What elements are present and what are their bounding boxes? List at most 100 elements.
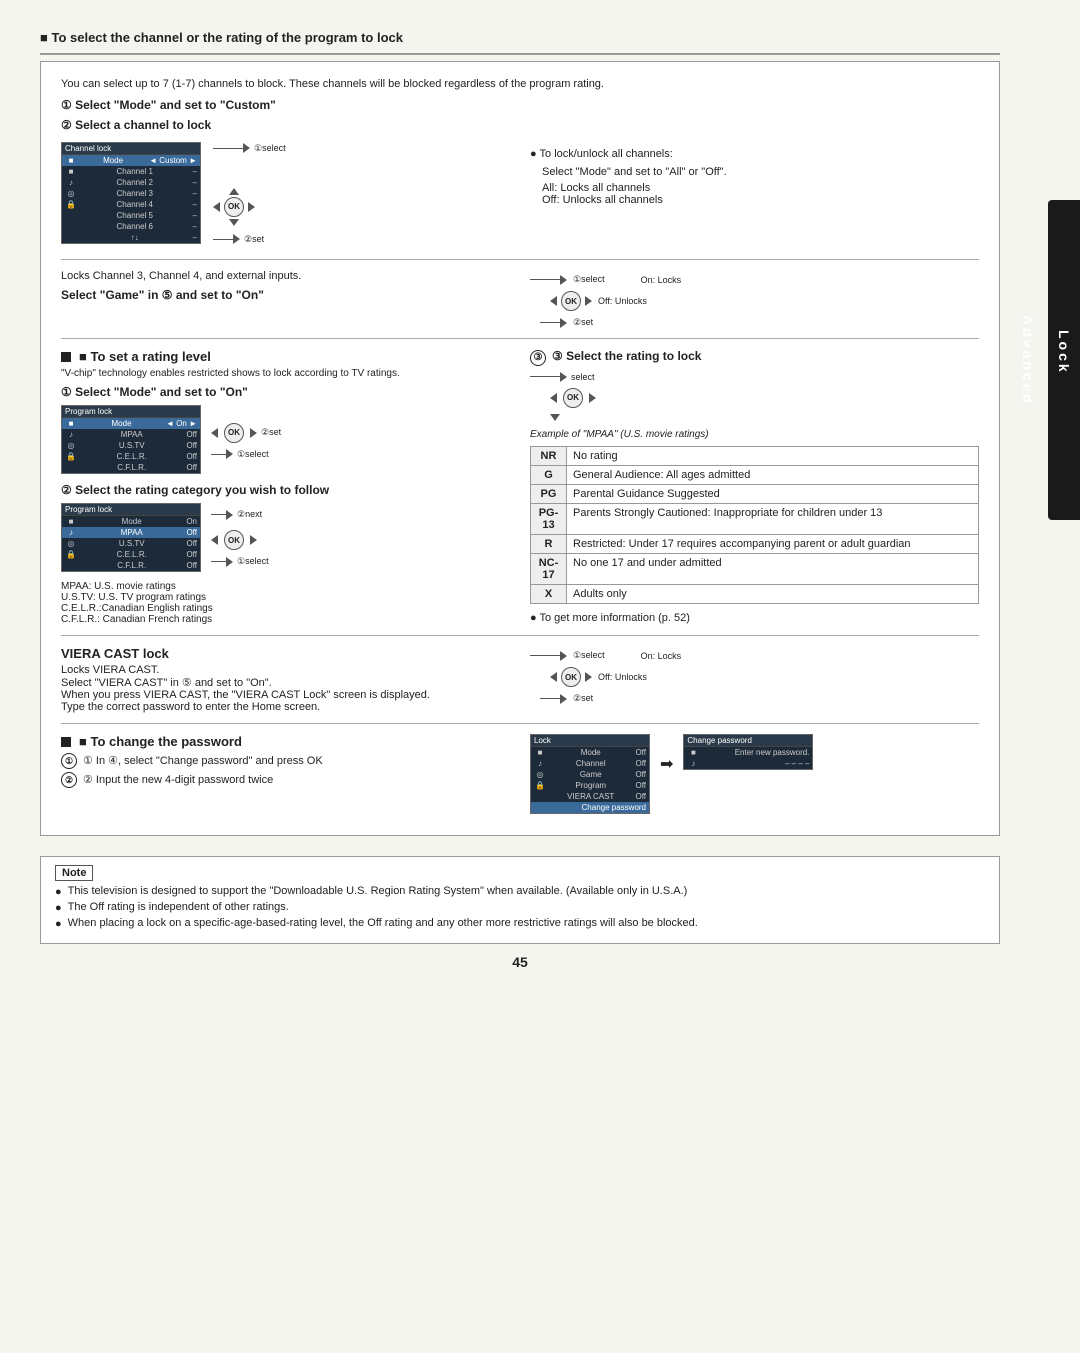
prog-ok-1[interactable]: OK [224, 423, 244, 443]
rating-code-G: G [531, 465, 567, 484]
more-info: ● To get more information (p. 52) [530, 612, 979, 624]
cl-row-2: ♪ Channel 2 – [62, 177, 200, 188]
right-col-item1: ● To lock/unlock all channels: [530, 148, 979, 160]
cl-row-5: Channel 5 – [62, 210, 200, 221]
cl-r3-val: – [193, 189, 197, 198]
note-text-1: The Off rating is independent of other r… [68, 901, 289, 913]
rating-code-NR: NR [531, 446, 567, 465]
prog-ok-row-1: OK ②set [211, 421, 281, 445]
change-pw-header: ■ To change the password [61, 734, 510, 749]
step2a-heading: ② Select a channel to lock [61, 118, 979, 132]
viera-sel-tri [560, 651, 567, 661]
pl2-mpaa-row: ♪ MPAA Off [62, 527, 200, 538]
page-container: ● Lock Advanced ■ To select the channel … [0, 0, 1080, 1353]
pl2-icon-3 [65, 561, 77, 570]
game-labels: Off: Unlocks [598, 296, 647, 306]
prog-lock-title-2: Program lock [65, 505, 112, 514]
on-locks: On: Locks [641, 275, 682, 285]
viera-set-tri [560, 694, 567, 704]
side-tab-lock: Lock [1056, 330, 1072, 375]
viera-vert-nav: OK [550, 665, 592, 689]
lm-icon-3: 🔒 [534, 781, 546, 790]
viera-sel-line [530, 655, 560, 656]
step3-down-row [550, 414, 979, 421]
prog-ok-2[interactable]: OK [224, 530, 244, 550]
pl-icon-mode: ■ [65, 419, 77, 428]
right-col-all: All: Locks all channels [542, 182, 979, 194]
vert-nav: OK [213, 188, 255, 226]
cl-r2-label: Channel 2 [117, 178, 153, 187]
pl-icon-0: ♪ [65, 430, 77, 439]
step3-nav-diagram: select [530, 372, 979, 382]
pl-celr-label: C.E.L.R. [117, 452, 147, 461]
prog-select-row-1: ①select [211, 449, 281, 460]
pl2-icon-2: 🔒 [65, 550, 77, 559]
prog-sel-line-1 [211, 454, 226, 455]
rating-level-header: ■ To set a rating level [61, 349, 510, 364]
game-left: Locks Channel 3, Channel 4, and external… [61, 270, 510, 328]
cpw-circle-1: ① [61, 753, 77, 769]
game-ok-button[interactable]: OK [561, 291, 581, 311]
prog-sel-tri-2 [226, 557, 233, 567]
section-divider-1 [61, 259, 979, 260]
tri-left [213, 202, 220, 212]
intro-text: You can select up to 7 (1-7) channels to… [61, 78, 979, 90]
change-pw-left: ■ To change the password ① ① In ④, selec… [61, 734, 510, 815]
prog-tri-right-2 [250, 535, 257, 545]
prog-select-label-1: ①select [237, 449, 269, 460]
cl-r2-val: – [193, 178, 197, 187]
step3-ok[interactable]: OK [563, 388, 583, 408]
cl-icon-3: ◎ [65, 189, 77, 198]
lm-mode-row: ■ Mode Off [531, 747, 649, 758]
viera-right: ①select On: Locks OK Off: Unlocks [530, 646, 979, 713]
pl-cflr-val: Off [186, 463, 197, 472]
rating-desc-NC17: No one 17 and under admitted [567, 553, 979, 584]
pl-mpaa-label: MPAA [121, 430, 143, 439]
pl-celr-row: 🔒 C.E.L.R. Off [62, 451, 200, 462]
rating-desc-R: Restricted: Under 17 requires accompanyi… [567, 534, 979, 553]
select-label-1: ①select [254, 143, 286, 154]
cpw-step1-text: ① In ④, select "Change password" and pre… [83, 754, 323, 767]
viera-tri-left [550, 672, 557, 682]
lm-game-val: Off [635, 770, 646, 779]
note-bullet-2: ● [55, 918, 62, 930]
tri-down [229, 219, 239, 226]
game-set-line [540, 322, 560, 323]
abbrev-list: MPAA: U.S. movie ratings U.S.TV: U.S. TV… [61, 581, 510, 625]
prog-nav-1: OK ②set ①select [211, 421, 281, 460]
cl-icon-2: ♪ [65, 178, 77, 187]
viera-set-arrow [540, 694, 567, 704]
game-arrow-line [530, 279, 560, 280]
game-right: ①select On: Locks OK Off: Unloc [530, 270, 979, 328]
game-tri-left [550, 296, 557, 306]
ok-button[interactable]: OK [224, 197, 244, 217]
cpw-icon-0: ■ [687, 748, 699, 757]
prog-next-arrow [211, 510, 233, 520]
channel-lock-menu: Channel lock ■ Mode ◄ Custom ► ■ Channel… [61, 142, 201, 244]
program-lock-diagram-2: Program lock ■ Mode On ♪ MPAA [61, 503, 510, 573]
pl2-celr-row: 🔒 C.E.L.R. Off [62, 549, 200, 560]
game-select-label: ①select [573, 274, 605, 285]
pl2-icon-mode: ■ [65, 517, 77, 526]
cl-r1-label: Channel 1 [117, 167, 153, 176]
rating-code-R: R [531, 534, 567, 553]
tri-up [229, 188, 239, 195]
viera-ok[interactable]: OK [561, 667, 581, 687]
cl-r6-val: – [193, 222, 197, 231]
pl-ustv-row: ◎ U.S.TV Off [62, 440, 200, 451]
side-tab: ● Lock Advanced [1048, 200, 1080, 520]
game-set-arrow [540, 318, 567, 328]
note-bullet-0: ● [55, 886, 62, 898]
abbrev-3: C.F.L.R.: Canadian French ratings [61, 614, 510, 625]
cl-icon-7 [65, 233, 77, 242]
cl-mode-val: ◄ Custom ► [149, 156, 197, 165]
cpw-icon-row-2: ♪ – – – – [684, 758, 812, 769]
pl2-cflr-row: C.F.L.R. Off [62, 560, 200, 571]
viera-set-line [540, 698, 560, 699]
viera-off-unlocks: Off: Unlocks [598, 672, 647, 682]
prog-lock-title-1: Program lock [65, 407, 112, 416]
cpw-enter-text: Enter new password. [735, 748, 810, 757]
cl-icon-0: ■ [65, 156, 77, 165]
cl-icon-4: 🔒 [65, 200, 77, 209]
rating-code-NC17: NC-17 [531, 553, 567, 584]
